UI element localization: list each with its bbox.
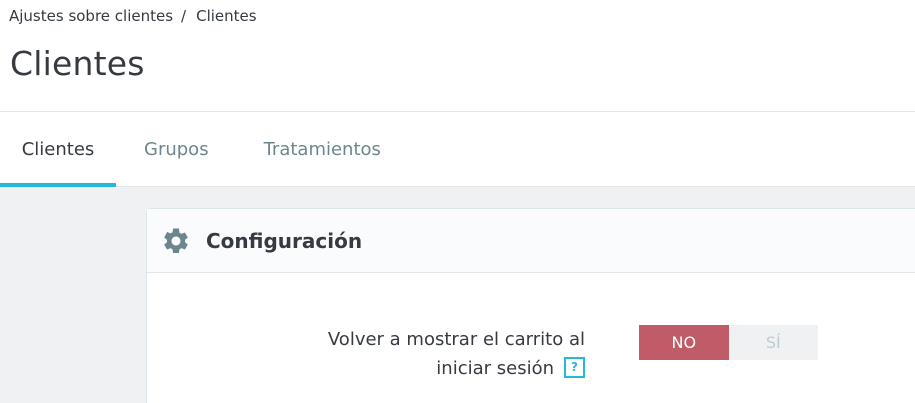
form-label-line2-wrap: iniciar sesión?: [285, 354, 585, 383]
configuration-panel: Configuración Volver a mostrar el carrit…: [146, 208, 915, 403]
tab-clientes[interactable]: Clientes: [0, 112, 116, 187]
redisplay-cart-switch: NO SÍ: [639, 325, 818, 360]
form-label: Volver a mostrar el carrito al iniciar s…: [285, 325, 585, 383]
page-title: Clientes: [10, 44, 145, 83]
gear-icon: [164, 227, 188, 253]
breadcrumb-separator: /: [181, 7, 187, 25]
panel-header: Configuración: [147, 209, 915, 273]
form-label-line1: Volver a mostrar el carrito al: [327, 329, 585, 350]
main-content: Configuración Volver a mostrar el carrit…: [0, 187, 915, 403]
tab-tratamientos[interactable]: Tratamientos: [264, 112, 381, 187]
breadcrumb-current: Clientes: [196, 7, 257, 25]
breadcrumb: Ajustes sobre clientes / Clientes: [9, 7, 257, 25]
panel-title: Configuración: [206, 228, 363, 253]
switch-yes-option[interactable]: SÍ: [728, 325, 818, 360]
tab-bar: Clientes Grupos Tratamientos: [0, 112, 915, 187]
help-icon[interactable]: ?: [564, 356, 585, 378]
breadcrumb-parent-link[interactable]: Ajustes sobre clientes: [9, 7, 173, 25]
switch-no-option[interactable]: NO: [639, 325, 729, 360]
tab-grupos[interactable]: Grupos: [144, 112, 209, 187]
form-label-line2: iniciar sesión: [436, 358, 554, 379]
page-header: Ajustes sobre clientes / Clientes Client…: [0, 0, 915, 112]
